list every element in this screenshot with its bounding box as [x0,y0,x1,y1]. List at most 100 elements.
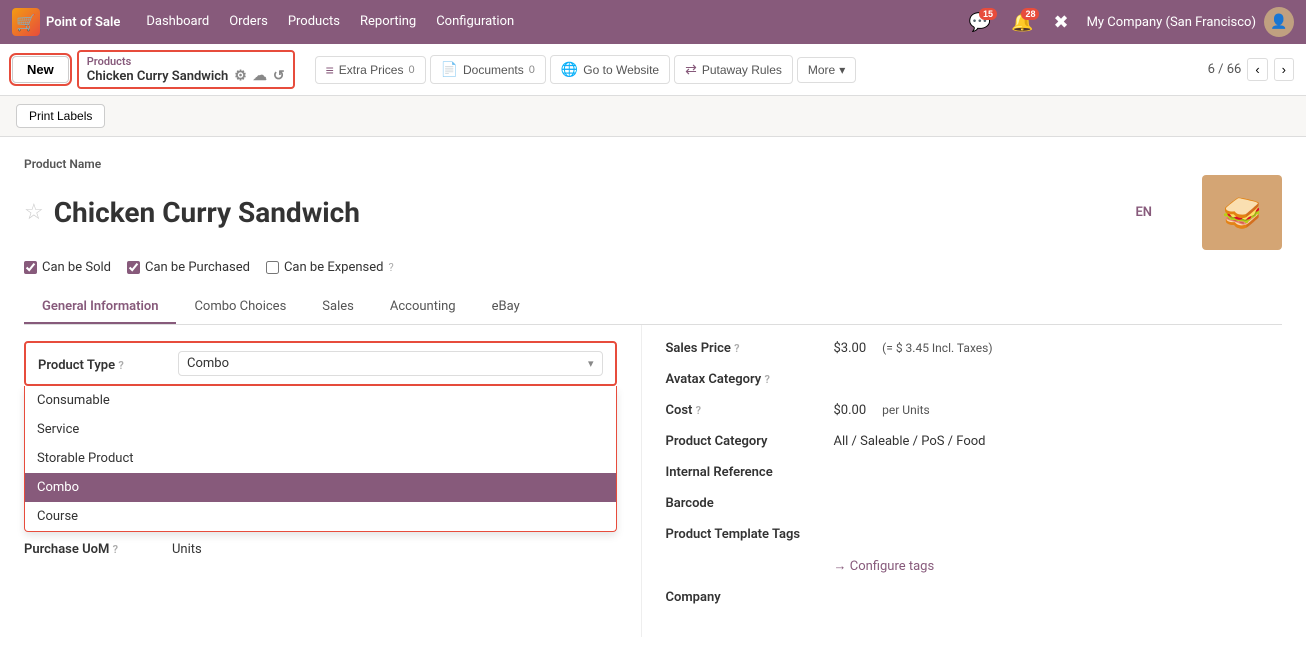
product-type-value: Combo [187,356,229,371]
pagination-text: 6 / 66 [1208,62,1242,77]
print-bar: Print Labels [0,96,1306,137]
cost-unit: per Units [882,403,930,417]
dropdown-storable-product[interactable]: Storable Product [25,444,616,473]
cost-field: Cost ? $0.00 per Units [666,403,1259,418]
activity-badge: 28 [1021,8,1039,20]
left-panel: Product Type ? Combo ▾ Consumable Servic… [24,325,641,637]
dropdown-combo[interactable]: Combo [25,473,616,502]
cost-value: $0.00 [834,403,867,418]
toolbar-buttons: ≡ Extra Prices 0 📄 Documents 0 🌐 Go to W… [315,55,857,84]
product-type-select[interactable]: Combo ▾ [178,351,603,376]
settings-icon[interactable]: ⚙ [234,68,247,84]
sales-price-help-icon[interactable]: ? [734,342,739,355]
cost-help-icon[interactable]: ? [696,404,701,417]
tab-ebay[interactable]: eBay [474,291,538,324]
tab-general-information[interactable]: General Information [24,291,176,324]
expensed-help-icon: ? [388,261,393,274]
breadcrumb-parent[interactable]: Products [87,55,285,68]
main-content: Product Name ☆ Chicken Curry Sandwich EN… [0,137,1306,663]
sales-price-label: Sales Price ? [666,341,826,356]
documents-button[interactable]: 📄 Documents 0 [430,55,546,84]
avatax-help-icon[interactable]: ? [765,373,770,386]
can-be-purchased-checkbox[interactable]: Can be Purchased [127,260,250,275]
sales-price-incl: (= $ 3.45 Incl. Taxes) [882,341,992,355]
putaway-rules-label: Putaway Rules [702,63,782,77]
nav-right: 💬 15 🔔 28 ✖ My Company (San Francisco) 👤 [963,7,1294,37]
chat-button[interactable]: 💬 15 [963,8,997,37]
print-labels-button[interactable]: Print Labels [16,104,105,128]
avatax-field: Avatax Category ? [666,372,1259,387]
barcode-label: Barcode [666,496,826,511]
app-icon[interactable]: 🛒 Point of Sale [12,8,120,36]
product-type-inner: Product Type ? Combo ▾ [38,351,603,376]
putaway-rules-button[interactable]: ⇄ Putaway Rules [674,55,793,84]
settings-button[interactable]: ✖ [1047,8,1074,37]
tab-combo-choices[interactable]: Combo Choices [176,291,304,324]
go-to-website-label: Go to Website [583,63,659,77]
nav-products[interactable]: Products [278,0,350,44]
cost-label: Cost ? [666,403,826,418]
template-tags-field: Product Template Tags [666,527,1259,542]
product-category-field: Product Category All / Saleable / PoS / … [666,434,1259,449]
favorite-star-icon[interactable]: ☆ [24,200,44,225]
top-navigation: 🛒 Point of Sale Dashboard Orders Product… [0,0,1306,44]
breadcrumb: Products Chicken Curry Sandwich ⚙ ☁ ↺ [77,50,295,89]
dropdown-course[interactable]: Course [25,502,616,531]
avatax-label: Avatax Category ? [666,372,826,387]
more-chevron-icon: ▾ [839,63,845,77]
tab-sales[interactable]: Sales [304,291,372,324]
product-name-label: Product Name [24,157,1282,171]
action-bar: New Products Chicken Curry Sandwich ⚙ ☁ … [0,44,1306,96]
nav-configuration[interactable]: Configuration [426,0,524,44]
prev-page-button[interactable]: ‹ [1247,58,1267,81]
app-name: Point of Sale [46,15,120,30]
product-type-dropdown: Consumable Service Storable Product Comb… [24,386,617,532]
company-name: My Company (San Francisco) [1087,15,1256,30]
breadcrumb-current: Chicken Curry Sandwich [87,69,229,84]
purchase-uom-help-icon[interactable]: ? [113,543,118,556]
dropdown-arrow-icon: ▾ [588,357,594,370]
nav-orders[interactable]: Orders [219,0,278,44]
next-page-button[interactable]: › [1274,58,1294,81]
extra-prices-count: 0 [408,64,414,76]
new-button[interactable]: New [12,56,69,83]
can-be-sold-input[interactable] [24,261,37,274]
activity-button[interactable]: 🔔 28 [1005,8,1039,37]
product-type-help-icon[interactable]: ? [118,359,123,372]
right-panel: Sales Price ? $3.00 (= $ 3.45 Incl. Taxe… [641,325,1283,637]
sales-price-value: $3.00 [834,341,867,356]
can-be-purchased-input[interactable] [127,261,140,274]
purchase-uom-label: Purchase UoM ? [24,536,164,557]
upload-icon[interactable]: ☁ [253,68,267,84]
can-be-expensed-label: Can be Expensed [284,260,384,275]
extra-prices-label: Extra Prices [339,63,404,77]
dropdown-consumable[interactable]: Consumable [25,386,616,415]
product-type-row: Product Type ? Combo ▾ [24,341,617,386]
product-title-row: ☆ Chicken Curry Sandwich EN 🥪 [24,175,1282,250]
configure-tags-link[interactable]: Configure tags [834,558,935,574]
can-be-sold-checkbox[interactable]: Can be Sold [24,260,111,275]
app-logo: 🛒 [12,8,40,36]
product-category-value: All / Saleable / PoS / Food [834,434,986,449]
can-be-expensed-checkbox[interactable]: Can be Expensed ? [266,260,394,275]
can-be-sold-label: Can be Sold [42,260,111,275]
nav-dashboard[interactable]: Dashboard [136,0,219,44]
product-title: Chicken Curry Sandwich [54,196,360,229]
extra-prices-button[interactable]: ≡ Extra Prices 0 [315,56,426,84]
language-badge[interactable]: EN [1135,205,1152,220]
breadcrumb-current-row: Chicken Curry Sandwich ⚙ ☁ ↺ [87,68,285,84]
checkboxes-row: Can be Sold Can be Purchased Can be Expe… [24,260,1282,275]
go-to-website-button[interactable]: 🌐 Go to Website [550,55,670,84]
dropdown-service[interactable]: Service [25,415,616,444]
refresh-icon[interactable]: ↺ [273,68,285,84]
internal-reference-field: Internal Reference [666,465,1259,480]
more-button[interactable]: More ▾ [797,57,856,83]
website-icon: 🌐 [561,61,578,78]
nav-reporting[interactable]: Reporting [350,0,426,44]
content-area: Product Type ? Combo ▾ Consumable Servic… [24,325,1282,637]
barcode-field: Barcode [666,496,1259,511]
purchase-uom-row: Purchase UoM ? Units [24,536,617,557]
avatar[interactable]: 👤 [1264,7,1294,37]
can-be-expensed-input[interactable] [266,261,279,274]
tab-accounting[interactable]: Accounting [372,291,474,324]
